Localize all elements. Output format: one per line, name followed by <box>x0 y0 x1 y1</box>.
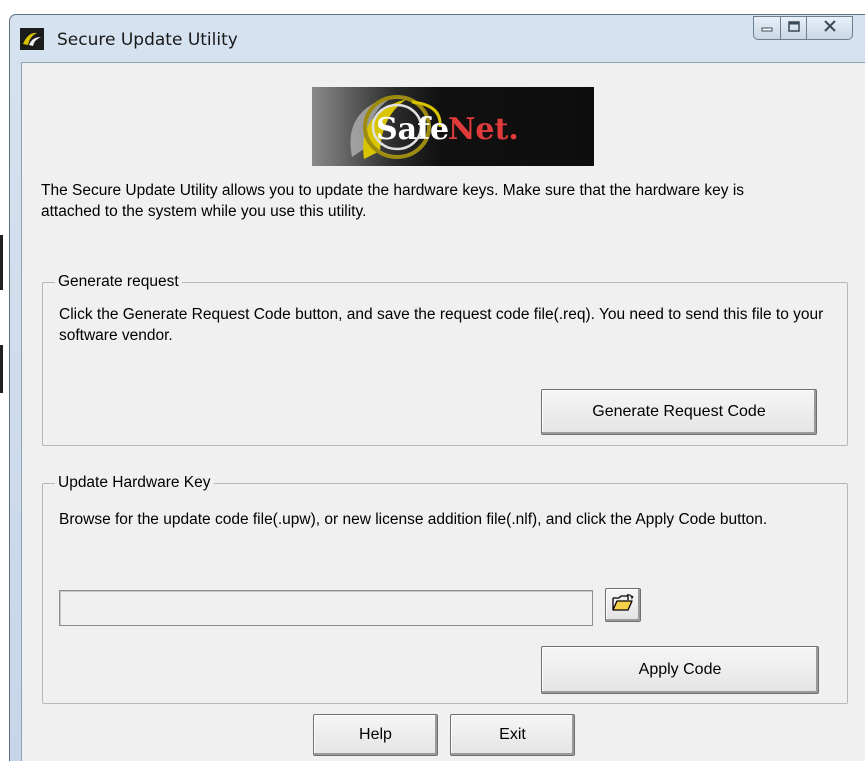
window-title: Secure Update Utility <box>57 30 238 50</box>
update-hardware-key-group: Update Hardware Key Browse for the updat… <box>42 473 848 704</box>
browse-button[interactable] <box>605 588 641 622</box>
dialog-window: Secure Update Utility Safe Net. The Secu… <box>9 14 865 761</box>
logo-text-safe: Safe <box>376 112 449 147</box>
dialog-client-area: Safe Net. The Secure Update Utility allo… <box>21 62 865 761</box>
generate-request-description: Click the Generate Request Code button, … <box>59 306 824 344</box>
app-icon[interactable] <box>20 28 44 50</box>
safenet-logo: Safe Net. <box>312 87 594 166</box>
folder-open-icon <box>612 593 634 617</box>
generate-request-group: Generate request Click the Generate Requ… <box>42 272 848 446</box>
caption-buttons <box>753 16 853 41</box>
update-hardware-key-description: Browse for the update code file(.upw), o… <box>59 511 768 528</box>
desktop-edge-mark <box>0 235 3 290</box>
close-button[interactable] <box>807 16 853 40</box>
exit-button[interactable]: Exit <box>450 714 575 756</box>
desktop-edge-mark <box>0 345 3 393</box>
intro-text: The Secure Update Utility allows you to … <box>41 182 745 220</box>
minimize-button[interactable] <box>753 16 781 40</box>
logo-text-net: Net. <box>448 112 519 147</box>
apply-code-button[interactable]: Apply Code <box>541 646 819 694</box>
update-file-path-input[interactable] <box>59 590 593 626</box>
update-hardware-key-legend: Update Hardware Key <box>55 473 214 493</box>
title-bar[interactable]: Secure Update Utility <box>10 15 865 61</box>
generate-request-code-button[interactable]: Generate Request Code <box>541 389 817 435</box>
close-icon <box>823 19 837 37</box>
maximize-button[interactable] <box>781 16 807 40</box>
help-button[interactable]: Help <box>313 714 438 756</box>
minimize-icon <box>761 19 773 37</box>
generate-request-legend: Generate request <box>55 272 182 292</box>
maximize-icon <box>787 19 800 37</box>
